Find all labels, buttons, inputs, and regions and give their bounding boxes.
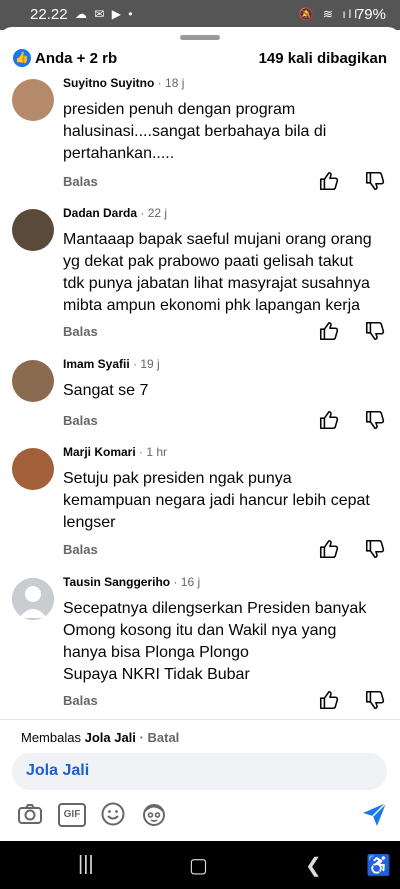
system-nav-bar: ||| ▢ ❮ ♿ [0,841,400,889]
comment-line: lengser [63,514,116,531]
home-icon[interactable]: ▢ [189,853,208,878]
avatar[interactable] [12,578,54,620]
comment-line: halusinasi....sangat berbahaya bila di [63,123,327,140]
avatar[interactable] [12,209,54,251]
comment-time: 19 j [140,357,160,371]
comment-meta: Tausin Sanggeriho · 16 j [63,575,200,589]
comment-line: tdk punya jabatan lihat masyrajat susahn… [63,275,370,292]
reply-button[interactable]: Balas [63,174,98,189]
thumbs-up-icon[interactable] [318,320,340,342]
accessibility-icon[interactable]: ♿ [366,853,391,878]
comment-time: 1 hr [146,445,168,459]
comment-meta: Marji Komari · 1 hr [63,445,167,459]
meta-separator: · [135,445,147,459]
reply-button[interactable]: Balas [63,413,98,428]
reply-button[interactable]: Balas [63,324,98,339]
comment-meta: Dadan Darda · 22 j [63,206,167,220]
meta-separator: · [170,575,181,589]
comment-time: 16 j [180,575,201,589]
camera-icon[interactable] [16,800,44,828]
comment-line: pertahankan..... [63,145,175,162]
comment-line: Setuju pak presiden ngak punya [63,470,292,487]
reactions-summary[interactable]: Anda + 2 rb [35,50,117,67]
reactions-header: 👍 Anda + 2 rb 149 kali dibagikan [0,47,400,71]
comment-input[interactable]: Jola Jali [12,753,387,790]
meta-separator: · [137,206,148,220]
send-icon[interactable] [360,800,388,828]
comment-text: Setuju pak presiden ngak punya kemampuan … [63,468,388,534]
comment-author[interactable]: Tausin Sanggeriho [63,575,170,589]
comment-line: Omong kosong itu dan Wakil nya yang [63,622,337,639]
replying-prefix: Membalas [21,730,81,745]
share-count[interactable]: 149 kali dibagikan [259,50,387,67]
gif-label: GIF [58,803,86,827]
battery-level: 79% [355,6,386,23]
reply-composer: Membalas Jola Jali · Batal Jola Jali GIF [0,719,400,842]
comment-author[interactable]: Dadan Darda [63,206,137,220]
avatar[interactable] [12,360,54,402]
thumbs-down-icon[interactable] [364,170,386,192]
emoji-icon[interactable] [99,800,127,828]
comment-line: hanya bisa Plonga Plongo [63,644,249,661]
comment-text: Mantaaap bapak saeful mujani orang orang… [63,229,388,317]
comment-line: presiden penuh dengan program [63,101,296,118]
replying-to-line: Membalas Jola Jali · Batal [21,730,179,745]
system-icons: 🔕 ≋ ıll [298,7,360,21]
thumbs-up-icon[interactable] [318,538,340,560]
comment-line: mibta ampun ekonomi phk lapangan kerja [63,297,361,314]
comment-line: Supaya NKRI Tidak Bubar [63,666,250,683]
gif-icon[interactable]: GIF [58,800,86,828]
comment-author[interactable]: Suyitno Suyitno [63,76,154,90]
comment-meta: Suyitno Suyitno · 18 j [63,76,184,90]
comment-author[interactable]: Imam Syafii [63,357,130,371]
thumbs-down-icon[interactable] [364,320,386,342]
mention-tag: Jola Jali [26,762,90,779]
avatar[interactable] [12,448,54,490]
thumbs-up-icon[interactable] [318,170,340,192]
thumbs-up-icon[interactable] [318,689,340,711]
drag-handle[interactable] [180,35,220,40]
replying-target: Jola Jali [84,730,136,745]
comment-line: Mantaaap bapak saeful mujani orang orang [63,231,372,248]
like-icon: 👍 [13,49,31,67]
avatar[interactable] [12,79,54,121]
comment-time: 22 j [147,206,168,220]
comment-author[interactable]: Marji Komari [63,445,136,459]
replying-separator: · [139,730,144,745]
comment-line: Sangat se 7 [63,382,149,399]
thumbs-down-icon[interactable] [364,538,386,560]
thumbs-down-icon[interactable] [364,689,386,711]
thumbs-down-icon[interactable] [364,409,386,431]
comment-text: Sangat se 7 [63,380,388,402]
status-bar: 22.22 ☁ ✉ ▶ • 🔕 ≋ ıll 79% [0,0,400,30]
thumbs-up-icon[interactable] [318,409,340,431]
meta-separator: · [154,76,166,90]
comment-line: yg dekat pak prabowo paati gelisah takut [63,253,353,270]
recent-apps-icon[interactable]: ||| [78,853,94,876]
notification-icons: ☁ ✉ ▶ • [75,7,135,21]
comment-time: 18 j [165,76,185,90]
comment-text: presiden penuh dengan program halusinasi.… [63,99,388,165]
cancel-reply-button[interactable]: Batal [148,730,180,745]
comment-meta: Imam Syafii · 19 j [63,357,160,371]
status-time: 22.22 [30,6,68,23]
comment-text: Secepatnya dilengserkan Presiden banyak O… [63,598,388,686]
meta-separator: · [129,357,141,371]
back-icon[interactable]: ❮ [305,853,322,878]
reply-button[interactable]: Balas [63,542,98,557]
comment-line: Secepatnya dilengserkan Presiden banyak [63,600,367,617]
reply-button[interactable]: Balas [63,693,98,708]
avatar-sticker-icon[interactable] [140,800,168,828]
comment-line: kemampuan negara jadi hancur lebih cepat [63,492,370,509]
